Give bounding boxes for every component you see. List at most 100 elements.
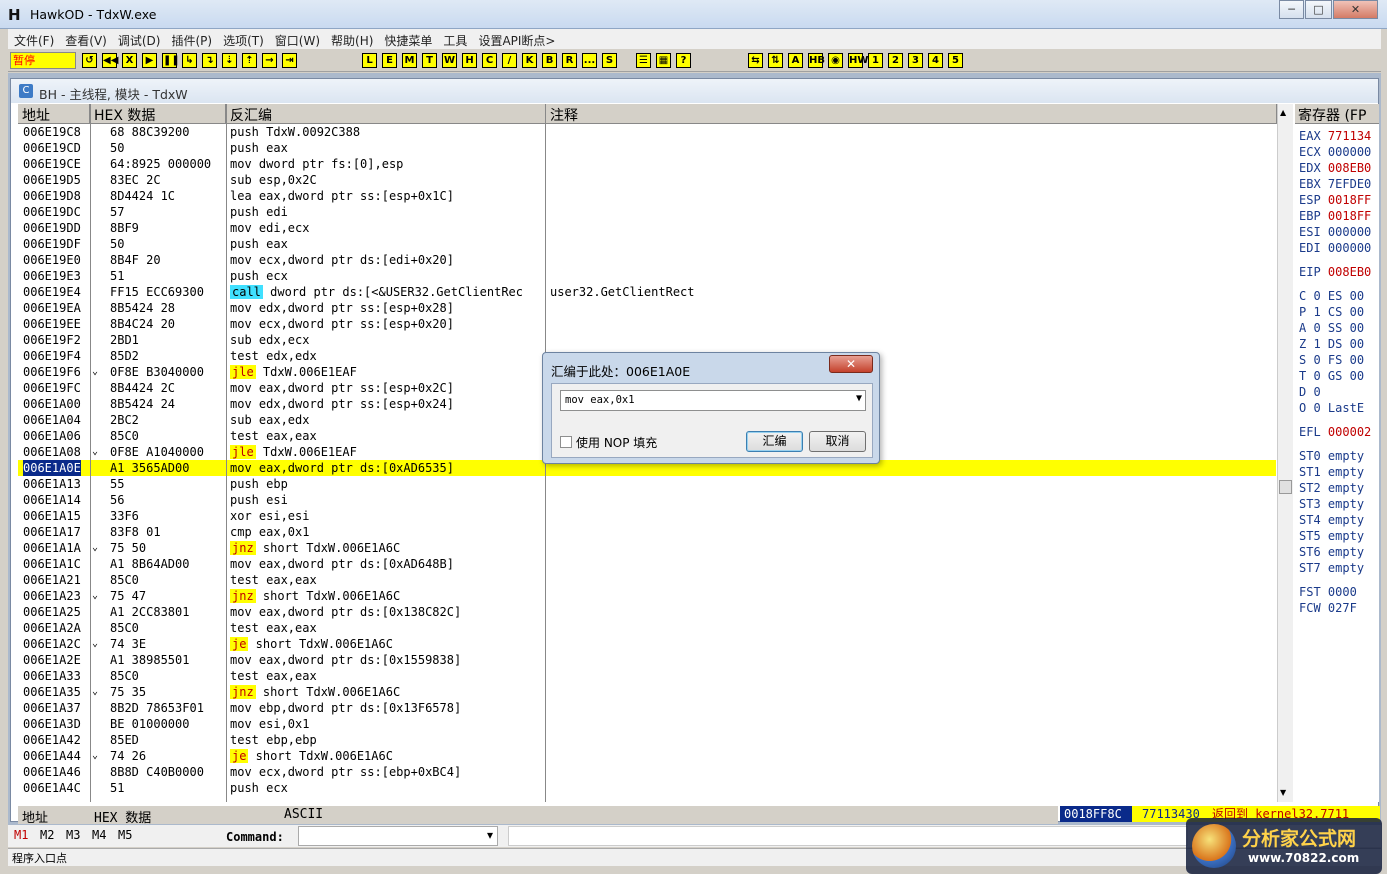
menu-options[interactable]: 选项(T) bbox=[217, 29, 269, 49]
register-t-0[interactable]: T 0 GS 00 bbox=[1299, 368, 1364, 384]
register-eax[interactable]: EAX 771134 bbox=[1299, 128, 1371, 144]
window-button-12[interactable]: S bbox=[602, 53, 617, 68]
plugin-button-3[interactable]: HB bbox=[808, 53, 825, 68]
scroll-up-icon[interactable]: ▲ bbox=[1280, 108, 1286, 117]
plugin-button-6[interactable]: 1 bbox=[868, 53, 883, 68]
window-button-2[interactable]: M bbox=[402, 53, 417, 68]
register-s-0[interactable]: S 0 FS 00 bbox=[1299, 352, 1364, 368]
disasm-row[interactable]: 006E1A1A ⌄ 75 50 jnz short TdxW.006E1A6C bbox=[18, 540, 1276, 556]
menu-api-breakpoint[interactable]: 设置API断点> bbox=[472, 29, 560, 49]
maximize-button[interactable]: □ bbox=[1305, 0, 1332, 19]
register-a-0[interactable]: A 0 SS 00 bbox=[1299, 320, 1364, 336]
register-st4[interactable]: ST4 empty bbox=[1299, 512, 1364, 528]
register-z-1[interactable]: Z 1 DS 00 bbox=[1299, 336, 1364, 352]
plugin-button-8[interactable]: 3 bbox=[908, 53, 923, 68]
register-edx[interactable]: EDX 008EB0 bbox=[1299, 160, 1371, 176]
column-comment[interactable]: 注释 bbox=[546, 104, 1277, 124]
close-button[interactable]: ✕ bbox=[1333, 0, 1378, 19]
cancel-button[interactable]: 取消 bbox=[809, 431, 866, 452]
disasm-row[interactable]: 006E19DC 57 push edi bbox=[18, 204, 1276, 220]
mark-m1[interactable]: M1 bbox=[14, 828, 28, 842]
debug-button-1[interactable]: ◀◀ bbox=[102, 53, 118, 68]
disasm-row[interactable]: 006E19DD 8BF9 mov edi,ecx bbox=[18, 220, 1276, 236]
debug-button-10[interactable]: ⇥ bbox=[282, 53, 297, 68]
disasm-row[interactable]: 006E19E4 FF15 ECC69300 call dword ptr ds:[… bbox=[18, 284, 1276, 300]
menu-plugins[interactable]: 插件(P) bbox=[165, 29, 217, 49]
menu-view[interactable]: 查看(V) bbox=[59, 29, 112, 49]
menu-window[interactable]: 窗口(W) bbox=[269, 29, 325, 49]
command-dropdown-icon[interactable]: ▾ bbox=[487, 828, 493, 842]
disasm-row[interactable]: 006E1A23 ⌄ 75 47 jnz short TdxW.006E1A6C bbox=[18, 588, 1276, 604]
window-button-4[interactable]: W bbox=[442, 53, 457, 68]
debug-button-0[interactable]: ↺ bbox=[82, 53, 97, 68]
mark-m2[interactable]: M2 bbox=[40, 828, 54, 842]
disasm-row[interactable]: 006E1A1C A1 8B64AD00 mov eax,dword ptr ds:… bbox=[18, 556, 1276, 572]
register-st6[interactable]: ST6 empty bbox=[1299, 544, 1364, 560]
nop-fill-checkbox[interactable] bbox=[560, 436, 572, 448]
disasm-row[interactable]: 006E1A14 56 push esi bbox=[18, 492, 1276, 508]
scroll-thumb[interactable] bbox=[1279, 480, 1292, 494]
register-st1[interactable]: ST1 empty bbox=[1299, 464, 1364, 480]
register-d-0[interactable]: D 0 bbox=[1299, 384, 1321, 400]
disasm-row[interactable]: 006E19CD 50 push eax bbox=[18, 140, 1276, 156]
plugin-button-4[interactable]: ◉ bbox=[828, 53, 843, 68]
disasm-row[interactable]: 006E19D8 8D4424 1C lea eax,dword ptr ss:[e… bbox=[18, 188, 1276, 204]
disasm-row[interactable]: 006E1A3D BE 01000000 mov esi,0x1 bbox=[18, 716, 1276, 732]
menu-help[interactable]: 帮助(H) bbox=[325, 29, 378, 49]
disasm-row[interactable]: 006E1A2A 85C0 test eax,eax bbox=[18, 620, 1276, 636]
dump-col-ascii[interactable]: ASCII bbox=[284, 807, 323, 822]
debug-button-9[interactable]: → bbox=[262, 53, 277, 68]
register-c-0[interactable]: C 0 ES 00 bbox=[1299, 288, 1364, 304]
register-st7[interactable]: ST7 empty bbox=[1299, 560, 1364, 576]
register-fcw[interactable]: FCW 027F bbox=[1299, 600, 1357, 616]
misc-button-1[interactable]: ▦ bbox=[656, 53, 671, 68]
disasm-row[interactable]: 006E19C8 68 88C39200 push TdxW.0092C388 bbox=[18, 124, 1276, 140]
window-button-10[interactable]: R bbox=[562, 53, 577, 68]
disasm-row[interactable]: 006E1A13 55 push ebp bbox=[18, 476, 1276, 492]
window-button-7[interactable]: / bbox=[502, 53, 517, 68]
debug-button-4[interactable]: ❚❚ bbox=[162, 53, 180, 68]
mark-m5[interactable]: M5 bbox=[118, 828, 132, 842]
debug-button-5[interactable]: ↳ bbox=[182, 53, 197, 68]
disasm-row[interactable]: 006E19CE 64:8925 000000 mov dword ptr fs:[… bbox=[18, 156, 1276, 172]
column-hex[interactable]: HEX 数据 bbox=[90, 104, 226, 124]
debug-button-8[interactable]: ⇡ bbox=[242, 53, 257, 68]
dump-col-address[interactable]: 地址 bbox=[22, 807, 48, 826]
disasm-row[interactable]: 006E1A35 ⌄ 75 35 jnz short TdxW.006E1A6C bbox=[18, 684, 1276, 700]
register-ecx[interactable]: ECX 000000 bbox=[1299, 144, 1371, 160]
disasm-row[interactable]: 006E19D5 83EC 2C sub esp,0x2C bbox=[18, 172, 1276, 188]
window-button-3[interactable]: T bbox=[422, 53, 437, 68]
disasm-row[interactable]: 006E1A4C 51 push ecx bbox=[18, 780, 1276, 796]
plugin-button-7[interactable]: 2 bbox=[888, 53, 903, 68]
register-p-1[interactable]: P 1 CS 00 bbox=[1299, 304, 1364, 320]
combo-arrow-icon[interactable]: ▼ bbox=[856, 393, 862, 404]
disasm-row[interactable]: 006E1A46 8B8D C40B0000 mov ecx,dword ptr s… bbox=[18, 764, 1276, 780]
dialog-close-button[interactable]: ✕ bbox=[829, 355, 873, 373]
column-address[interactable]: 地址 bbox=[18, 104, 90, 124]
menu-shortcut[interactable]: 快捷菜单 bbox=[378, 29, 437, 49]
window-button-5[interactable]: H bbox=[462, 53, 477, 68]
disasm-row[interactable]: 006E19EA 8B5424 28 mov edx,dword ptr ss:[e… bbox=[18, 300, 1276, 316]
register-edi[interactable]: EDI 000000 bbox=[1299, 240, 1371, 256]
register-esi[interactable]: ESI 000000 bbox=[1299, 224, 1371, 240]
register-fst[interactable]: FST 0000 bbox=[1299, 584, 1357, 600]
disasm-row[interactable]: 006E1A17 83F8 01 cmp eax,0x1 bbox=[18, 524, 1276, 540]
window-button-9[interactable]: B bbox=[542, 53, 557, 68]
register-st3[interactable]: ST3 empty bbox=[1299, 496, 1364, 512]
window-button-6[interactable]: C bbox=[482, 53, 497, 68]
mark-m4[interactable]: M4 bbox=[92, 828, 106, 842]
window-button-8[interactable]: K bbox=[522, 53, 537, 68]
disasm-row[interactable]: 006E1A21 85C0 test eax,eax bbox=[18, 572, 1276, 588]
misc-button-2[interactable]: ? bbox=[676, 53, 691, 68]
disasm-scrollbar[interactable]: ▲ ▼ bbox=[1277, 104, 1293, 802]
menu-file[interactable]: 文件(F) bbox=[8, 29, 59, 49]
disasm-row[interactable]: 006E1A2E A1 38985501 mov eax,dword ptr ds:… bbox=[18, 652, 1276, 668]
assemble-button[interactable]: 汇编 bbox=[746, 431, 803, 452]
plugin-button-0[interactable]: ⇆ bbox=[748, 53, 763, 68]
register-eip[interactable]: EIP 008EB0 bbox=[1299, 264, 1371, 280]
disasm-row[interactable]: 006E1A37 8B2D 78653F01 mov ebp,dword ptr d… bbox=[18, 700, 1276, 716]
disasm-row[interactable]: 006E19E0 8B4F 20 mov ecx,dword ptr ds:[edi… bbox=[18, 252, 1276, 268]
register-st0[interactable]: ST0 empty bbox=[1299, 448, 1364, 464]
disasm-row[interactable]: 006E19E3 51 push ecx bbox=[18, 268, 1276, 284]
register-ebp[interactable]: EBP 0018FF bbox=[1299, 208, 1371, 224]
